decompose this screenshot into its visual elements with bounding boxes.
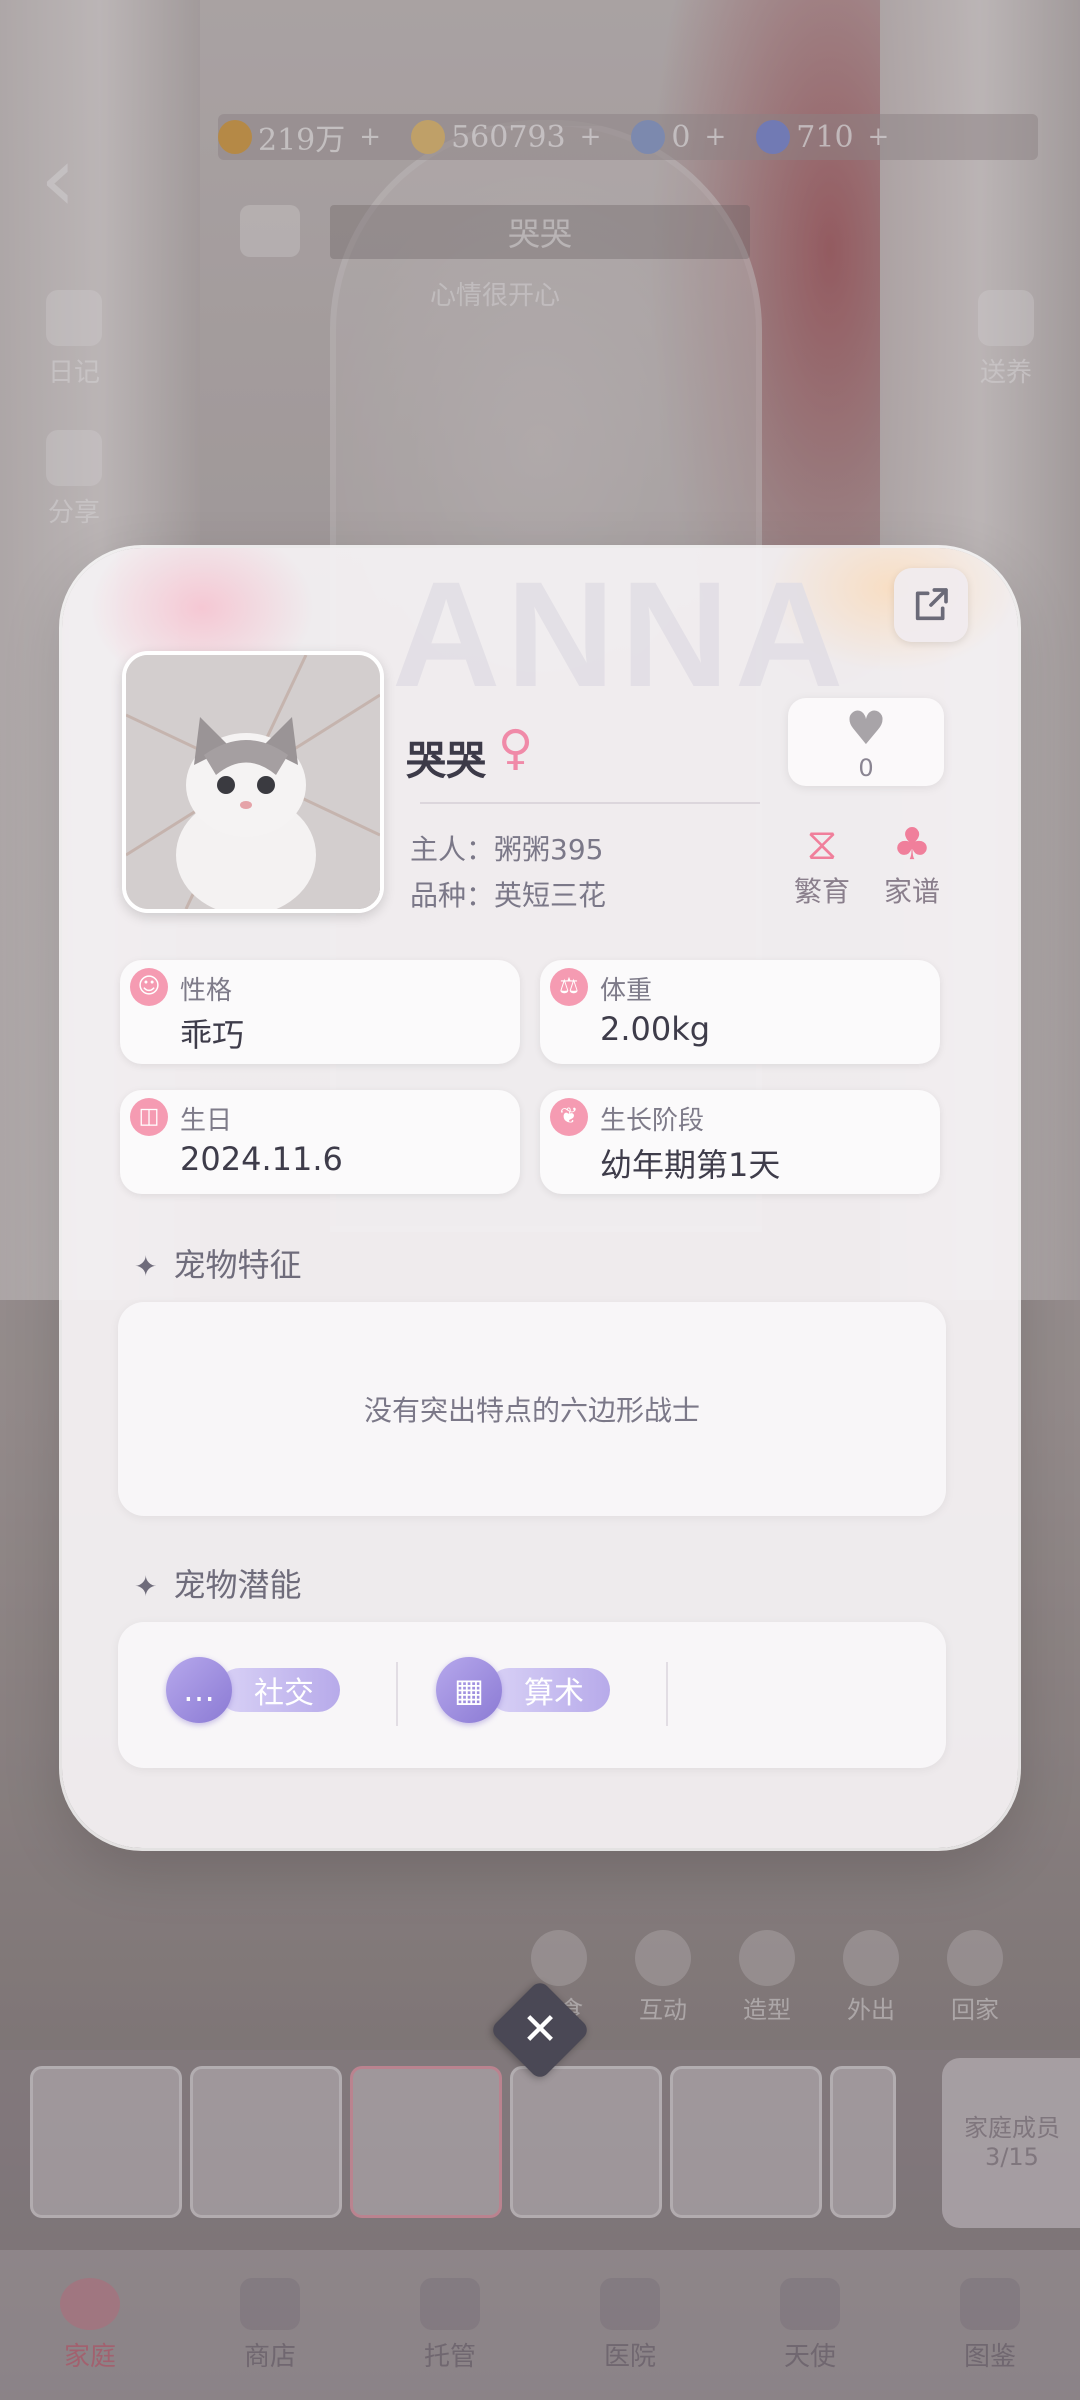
features-text: 没有突出特点的六边形战士 [363,1394,700,1427]
divider [420,802,760,804]
like-count: 0 [858,754,874,782]
potential-panel: … 社交 ▦ 算术 [118,1622,946,1768]
stat-weight: ⚖ 体重 2.00kg [540,960,940,1064]
stat-personality: ☺ 性格 乖巧 [120,960,520,1064]
birthday-cake-icon: ◫ [130,1098,168,1136]
growth-leaf-icon: ❦ [550,1098,588,1136]
share-export-icon [915,588,948,621]
sparkle-icon: ✦ [134,1250,158,1283]
stat-growth-stage: ❦ 生长阶段 幼年期第1天 [540,1090,940,1194]
pet-name: 哭哭 [406,738,486,784]
divider [666,1662,668,1726]
personality-icon: ☺ [130,968,168,1006]
breed-info: 品种：英短三花 [410,879,607,912]
owner-info: 主人：粥粥395 [410,833,604,866]
features-title: ✦ 宠物特征 [134,1246,302,1284]
family-tree-button[interactable]: ♣ 家谱 [872,820,952,910]
features-panel: 没有突出特点的六边形战士 [118,1302,946,1516]
divider [396,1662,398,1726]
potential-arithmetic[interactable]: ▦ 算术 [436,1650,610,1730]
female-gender-icon: ♀ [498,720,534,776]
breeding-icon: ⧖ [806,819,838,870]
kitten-photo [126,655,380,909]
potential-title: ✦ 宠物潜能 [134,1566,302,1604]
share-button[interactable] [894,568,968,642]
stat-birthday: ◫ 生日 2024.11.6 [120,1090,520,1194]
card-watermark: ANNA [392,550,850,718]
like-button[interactable]: ♥ 0 [788,698,944,786]
family-tree-icon: ♣ [892,819,932,870]
close-icon[interactable]: ✕ [504,1994,576,2066]
sparkle-icon: ✦ [134,1570,158,1603]
weight-icon: ⚖ [550,968,588,1006]
pet-avatar [122,651,384,913]
heart-icon: ♥ [845,701,887,755]
chat-bubble-icon: … [166,1657,232,1723]
calculator-icon: ▦ [436,1657,502,1723]
breeding-button[interactable]: ⧖ 繁育 [782,820,862,910]
potential-social[interactable]: … 社交 [166,1650,340,1730]
pet-info-card: ANNA 哭哭 ♀ 主人：粥粥395 品种：英短三花 ♥ 0 ⧖ 繁育 ♣ 家谱… [62,548,1018,1848]
